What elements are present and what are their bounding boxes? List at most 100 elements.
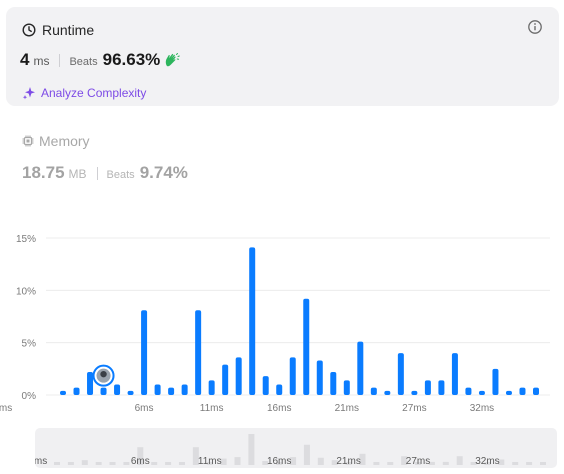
runtime-values: 4 ms Beats 96.63% [20, 50, 181, 70]
memory-beats-value: 9.74% [139, 163, 188, 182]
navigator-bar [123, 462, 130, 465]
memory-values: 18.75 MB Beats 9.74% [22, 163, 188, 183]
y-tick-label: 5% [22, 339, 37, 350]
navigator-bar [151, 462, 158, 465]
navigator-bar [178, 462, 185, 465]
x-tick-label: 39ms [0, 403, 12, 414]
navigator-bar [456, 456, 463, 465]
memory-value: 18.75 [22, 163, 65, 182]
clapping-hands-icon [166, 52, 181, 66]
runtime-beats-label: Beats [69, 56, 98, 68]
chart-bar[interactable] [276, 384, 283, 395]
navigator-bar [526, 462, 533, 465]
navigator-tick-label: 27ms [406, 456, 430, 467]
chart-bar[interactable] [451, 353, 458, 395]
runtime-unit: ms [33, 54, 50, 68]
runtime-title: Runtime [42, 22, 95, 38]
chart-bar[interactable] [249, 247, 256, 395]
chart-bar[interactable] [208, 380, 215, 395]
chart-bar[interactable] [357, 341, 364, 395]
runtime-card[interactable]: Runtime 4 ms Beats 96.63% Analyze Comple… [6, 7, 559, 106]
chart-bar[interactable] [222, 364, 229, 395]
navigator-tick-label: 16ms [267, 456, 291, 467]
chart-bar[interactable] [397, 353, 404, 395]
navigator-bar [234, 457, 241, 465]
memory-beats-label: Beats [106, 169, 135, 181]
chart-bar[interactable] [465, 387, 472, 395]
chart-bar[interactable] [505, 390, 512, 395]
chart-bar[interactable] [519, 387, 526, 395]
y-tick-label: 10% [16, 286, 36, 297]
memory-header[interactable]: Memory [22, 133, 90, 149]
navigator-tick-label: 21ms [336, 456, 360, 467]
runtime-beats-value: 96.63% [102, 50, 161, 69]
chip-icon [22, 135, 34, 147]
x-tick-label: 21ms [335, 403, 359, 414]
clock-icon [22, 23, 36, 37]
y-tick-label: 15% [16, 234, 36, 245]
chart-bar[interactable] [316, 360, 323, 395]
navigator-bar [387, 462, 394, 465]
chart-bar[interactable] [181, 384, 188, 395]
navigator-tick-label: 11ms [198, 456, 222, 467]
chart-bar[interactable] [87, 371, 94, 395]
chart-bar[interactable] [343, 380, 350, 395]
navigator-bar [165, 462, 172, 465]
chart-bar[interactable] [73, 387, 80, 395]
runtime-header: Runtime [22, 22, 94, 38]
range-navigator[interactable]: 6ms 11ms 16ms 21ms 27ms 32ms 39ms [35, 428, 557, 468]
y-tick-label: 0% [22, 391, 37, 402]
chart-bar[interactable] [492, 368, 499, 395]
navigator-tick-label: 32ms [475, 456, 499, 467]
chart-bar[interactable] [235, 357, 242, 395]
chart-bar[interactable] [262, 376, 269, 395]
navigator-bar [442, 461, 449, 465]
chart-bar[interactable] [411, 390, 418, 395]
navigator-bar [512, 462, 519, 465]
navigator-bar [81, 460, 88, 465]
navigator-bar [67, 462, 74, 465]
chart-bar[interactable] [114, 384, 121, 395]
chart-bar[interactable] [478, 390, 485, 395]
chart-bar[interactable] [289, 357, 296, 395]
divider [96, 166, 98, 180]
navigator-bar [95, 462, 102, 465]
chart-bar[interactable] [384, 390, 391, 395]
navigator-bar [373, 462, 380, 465]
navigator-bar [54, 462, 60, 465]
chart-bar[interactable] [168, 387, 175, 395]
navigator-preview[interactable]: 6ms 11ms 16ms 21ms 27ms 32ms 39ms [35, 428, 557, 468]
x-tick-label: 11ms [200, 403, 224, 414]
runtime-distribution-chart[interactable]: 0% 5% 10% 15% 6ms 11ms 16ms 21ms 27ms 32ms 39ms [0, 226, 564, 418]
chart-bar[interactable] [424, 380, 431, 395]
chart-bar[interactable] [438, 380, 445, 395]
chart-bar[interactable] [60, 390, 66, 395]
chart-bar[interactable] [127, 390, 134, 395]
x-tick-label: 16ms [267, 403, 291, 414]
chart-bar[interactable] [154, 384, 161, 395]
chart-bar[interactable] [370, 387, 377, 395]
navigator-bar [248, 433, 255, 465]
chart-bar[interactable] [330, 371, 337, 395]
memory-title: Memory [39, 133, 90, 149]
sparkle-icon [22, 87, 35, 100]
divider [59, 53, 61, 67]
x-tick-label: 32ms [470, 403, 494, 414]
info-icon[interactable] [527, 19, 543, 35]
x-tick-label: 27ms [402, 403, 426, 414]
chart-bar[interactable] [303, 298, 310, 395]
analyze-complexity-button[interactable]: Analyze Complexity [22, 86, 146, 100]
runtime-value: 4 [20, 50, 30, 69]
analyze-complexity-label: Analyze Complexity [41, 86, 147, 100]
chart-bar[interactable] [533, 387, 539, 395]
user-avatar-marker[interactable] [92, 364, 115, 387]
chart-bar[interactable] [141, 310, 148, 395]
chart-bar[interactable] [100, 387, 107, 395]
memory-unit: MB [68, 167, 87, 181]
navigator-tick-label: 39ms [35, 456, 47, 467]
navigator-bar [303, 444, 310, 465]
x-tick-label: 6ms [135, 403, 154, 414]
chart-bar[interactable] [195, 310, 202, 395]
navigator-bar [540, 462, 546, 465]
navigator-bar [109, 462, 116, 465]
